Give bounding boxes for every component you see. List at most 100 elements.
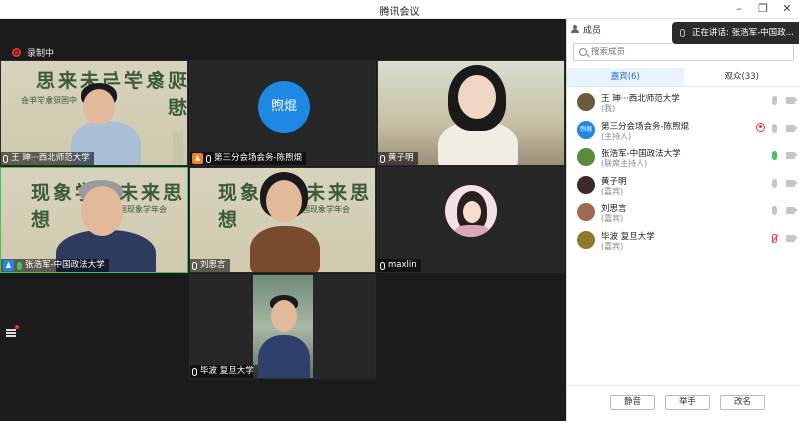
- video-tile[interactable]: 黄子明: [377, 60, 565, 166]
- camera-icon[interactable]: [786, 179, 798, 187]
- member-role: (联席主持人): [601, 159, 648, 168]
- member-role: (嘉宾): [601, 186, 624, 196]
- member-avatar: [577, 93, 595, 111]
- members-icon: [571, 25, 579, 33]
- video-tile[interactable]: maxlin: [377, 167, 565, 273]
- participant-name-tag: maxlin: [378, 259, 421, 272]
- raise-hand-button[interactable]: 举手: [665, 395, 710, 410]
- member-list: 王 珅···西北师范大学 (我) 煦焜 第三分会场会务-陈煦焜 (主持人) 张浩…: [567, 91, 799, 256]
- participant-name-tag: 刘思言: [190, 259, 230, 272]
- mic-icon: [380, 154, 385, 163]
- camera-icon[interactable]: [786, 152, 798, 159]
- search-icon: [579, 48, 587, 56]
- mic-icon[interactable]: [772, 96, 777, 105]
- video-grid: 录制中 现象学与未来思想 中国现象学年会 王 珅···西北师范大学 煦焜 ♟ 第…: [0, 19, 566, 421]
- member-row[interactable]: 张浩军-中国政法大学 (联席主持人): [567, 146, 799, 174]
- member-role: (主持人): [601, 131, 632, 141]
- participant-name: maxlin: [388, 260, 417, 270]
- member-tabs: 嘉宾(6) 观众(33): [567, 68, 799, 87]
- mic-icon: [380, 261, 385, 270]
- member-row[interactable]: 黄子明 (嘉宾): [567, 174, 799, 202]
- banner-subtitle: 中国现象学年会: [21, 96, 77, 105]
- participant-face: [271, 300, 297, 332]
- restore-icon[interactable]: ❐: [757, 2, 769, 16]
- recording-indicator[interactable]: 录制中: [12, 46, 54, 59]
- member-row[interactable]: 煦焜 第三分会场会务-陈煦焜 (主持人): [567, 119, 799, 147]
- video-tile[interactable]: 煦焜 ♟ 第三分会场会务-陈煦焜: [189, 60, 376, 166]
- video-tile-active-speaker[interactable]: 现象学与未来思想 中国现象学年会 ♟ 张浩军-中国政法大学: [0, 167, 188, 273]
- participant-face: [83, 89, 115, 125]
- mic-icon[interactable]: [772, 178, 777, 188]
- camera-icon[interactable]: [786, 234, 798, 242]
- mic-icon: [3, 154, 8, 163]
- participant-name: 王 珅···西北师范大学: [11, 153, 90, 163]
- participant-name: 第三分会场会务-陈煦焜: [214, 153, 303, 163]
- window-controls: – ❐ ✕: [733, 2, 793, 16]
- participant-name: 张浩军-中国政法大学: [25, 260, 105, 270]
- search-input[interactable]: [591, 47, 781, 57]
- mic-icon[interactable]: [772, 206, 777, 215]
- window-title: 腾讯会议: [379, 7, 420, 18]
- meeting-window: 腾讯会议 – ❐ ✕ 录制中 现象学与未来思想 中国现象学年会 王 珅···西北…: [0, 0, 799, 421]
- member-role: (嘉宾): [601, 214, 624, 223]
- member-avatar: [577, 175, 595, 194]
- participant-name-tag: 王 珅···西北师范大学: [1, 152, 94, 165]
- member-avatar: 煦焜: [577, 120, 595, 139]
- video-tile[interactable]: 现象学与未来思想 中国现象学年会 王 珅···西北师范大学: [0, 60, 188, 166]
- host-badge-icon: ♟: [3, 260, 14, 271]
- participant-body: [258, 335, 310, 378]
- member-avatar: [577, 148, 595, 166]
- participant-name-tag: 黄子明: [378, 152, 418, 165]
- member-role: (嘉宾): [601, 241, 624, 251]
- member-avatar: [577, 203, 595, 221]
- mic-icon: [680, 29, 685, 37]
- member-role: (我): [601, 104, 616, 113]
- participant-body: [250, 226, 320, 272]
- recording-label: 录制中: [27, 49, 55, 59]
- participant-name: 毕波 复旦大学: [200, 366, 254, 376]
- mic-icon: [206, 154, 211, 163]
- tab-audience[interactable]: 观众(33): [684, 68, 799, 86]
- mic-icon: [192, 261, 197, 270]
- camera-icon[interactable]: [786, 97, 798, 104]
- member-row[interactable]: 毕波 复旦大学 (嘉宾): [567, 229, 799, 257]
- title-bar: 腾讯会议 – ❐ ✕: [0, 0, 799, 19]
- member-row[interactable]: 王 珅···西北师范大学 (我): [567, 91, 799, 119]
- participant-name: 黄子明: [388, 153, 414, 163]
- camera-icon[interactable]: [786, 207, 798, 214]
- close-icon[interactable]: ✕: [781, 2, 793, 16]
- record-icon: [12, 48, 21, 57]
- participant-name-tag: ♟ 张浩军-中国政法大学: [1, 259, 109, 272]
- video-tile[interactable]: 毕波 复旦大学: [189, 274, 376, 379]
- mic-active-icon[interactable]: [772, 151, 777, 160]
- participant-name: 刘思言: [200, 260, 226, 270]
- participant-face: [458, 75, 496, 119]
- member-avatar: [577, 230, 595, 249]
- participant-face: [266, 180, 302, 222]
- panel-footer: 静音 举手 改名: [567, 385, 799, 421]
- participant-avatar: [445, 185, 497, 237]
- speaking-text: 正在讲话: 张浩军-中国政...: [692, 28, 794, 38]
- participant-face: [81, 186, 123, 236]
- member-row[interactable]: 刘思言 (嘉宾): [567, 201, 799, 229]
- minimize-icon[interactable]: –: [733, 2, 745, 16]
- more-menu-icon[interactable]: [6, 325, 19, 339]
- recording-icon: [756, 122, 765, 132]
- cohost-badge-icon: ♟: [192, 153, 203, 164]
- participant-name-tag: 毕波 复旦大学: [190, 365, 258, 378]
- mic-active-icon: [17, 261, 22, 270]
- members-title: 成员: [583, 25, 602, 36]
- members-panel: 成员 嘉宾(6) 观众(33) 王 珅···西北师范大学 (我) 煦焜 第三分会…: [566, 19, 799, 421]
- video-tile[interactable]: 现象学与未来思想 中国现象学年会 刘思言: [189, 167, 376, 273]
- banner-decoration: [173, 131, 183, 165]
- participant-name-tag: ♟ 第三分会场会务-陈煦焜: [190, 152, 307, 165]
- tab-guests[interactable]: 嘉宾(6): [567, 68, 684, 86]
- camera-icon[interactable]: [786, 124, 798, 132]
- member-search[interactable]: [573, 43, 794, 61]
- mic-icon[interactable]: [772, 123, 777, 133]
- mic-muted-icon[interactable]: [772, 233, 777, 243]
- speaking-toast: 正在讲话: 张浩军-中国政...: [672, 22, 799, 44]
- rename-button[interactable]: 改名: [720, 395, 765, 410]
- mute-button[interactable]: 静音: [610, 395, 655, 410]
- notification-dot: [15, 325, 19, 329]
